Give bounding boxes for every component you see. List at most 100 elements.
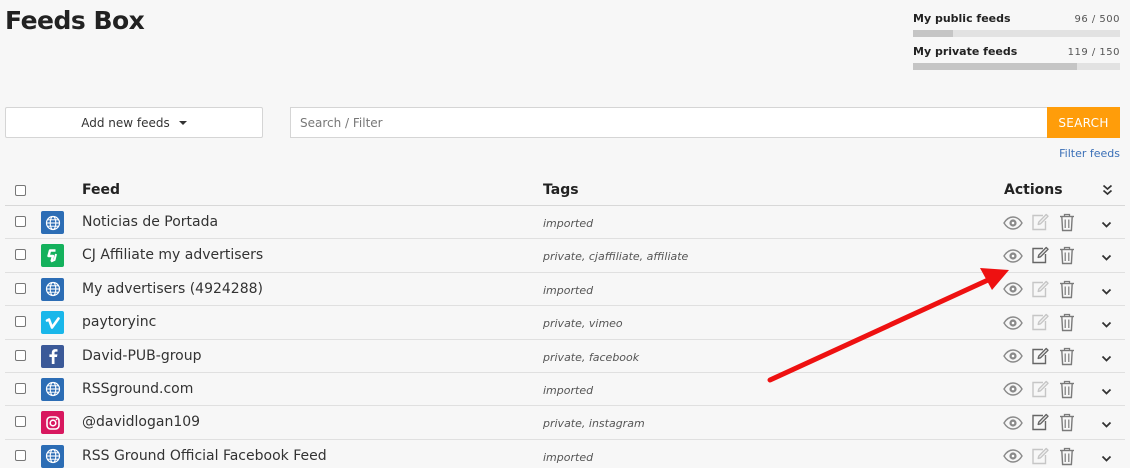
vimeo-icon <box>41 311 64 335</box>
edit-icon[interactable] <box>1029 312 1050 333</box>
row-checkbox[interactable] <box>15 216 26 227</box>
chevron-down-icon[interactable] <box>1101 282 1112 295</box>
delete-trash-icon[interactable] <box>1056 412 1077 433</box>
caret-down-icon <box>178 120 187 125</box>
edit-icon[interactable] <box>1029 446 1050 467</box>
feed-tags: private, vimeo <box>543 317 623 331</box>
row-checkbox[interactable] <box>15 282 26 294</box>
row-actions <box>1002 245 1077 266</box>
edit-icon[interactable] <box>1029 279 1050 300</box>
delete-trash-icon[interactable] <box>1056 346 1077 367</box>
add-new-feeds-label: Add new feeds <box>81 115 170 130</box>
view-eye-icon[interactable] <box>1002 379 1023 400</box>
table-row: RSS Ground Official Facebook Feed importe… <box>5 440 1125 468</box>
add-new-feeds-button[interactable]: Add new feeds <box>5 107 263 138</box>
chevron-down-icon[interactable] <box>1101 315 1112 328</box>
expand-all-icon[interactable] <box>1102 184 1113 196</box>
edit-icon[interactable] <box>1029 412 1050 433</box>
private-feeds-count: 119 / 150 <box>1067 47 1120 58</box>
row-checkbox[interactable] <box>15 316 26 328</box>
search-button[interactable]: SEARCH <box>1047 107 1120 138</box>
feed-name[interactable]: My advertisers (4924288) <box>82 281 263 297</box>
feed-tags: imported <box>543 383 594 397</box>
feed-tags: imported <box>543 450 594 464</box>
row-actions <box>1002 446 1077 467</box>
public-feeds-count: 96 / 500 <box>1074 14 1120 25</box>
globe-icon <box>41 211 64 234</box>
actions-column-header: Actions <box>1004 182 1063 198</box>
chevron-down-icon[interactable] <box>1101 382 1112 395</box>
page-title: Feeds Box <box>5 6 145 35</box>
delete-trash-icon[interactable] <box>1056 379 1077 400</box>
edit-icon[interactable] <box>1029 245 1050 266</box>
globe-icon <box>41 377 64 401</box>
view-eye-icon[interactable] <box>1002 212 1023 233</box>
view-eye-icon[interactable] <box>1002 279 1023 300</box>
table-row: @davidlogan109 private, instagram <box>5 406 1125 440</box>
table-header: Feed Tags Actions <box>5 172 1125 206</box>
chevron-down-icon[interactable] <box>1101 449 1112 462</box>
private-feeds-quota: My private feeds 119 / 150 <box>913 45 1120 70</box>
row-checkbox[interactable] <box>15 382 26 394</box>
delete-trash-icon[interactable] <box>1056 312 1077 333</box>
feed-name[interactable]: paytoryinc <box>82 314 156 330</box>
globe-icon <box>41 444 64 468</box>
facebook-icon <box>41 344 64 368</box>
table-row: My advertisers (4924288) imported <box>5 273 1125 307</box>
view-eye-icon[interactable] <box>1002 412 1023 433</box>
feed-tags: private, cjaffiliate, affiliate <box>543 250 689 264</box>
feed-tags: private, facebook <box>543 350 640 364</box>
search-input[interactable] <box>290 107 1047 138</box>
private-feeds-label: My private feeds <box>913 45 1018 58</box>
chevron-down-icon[interactable] <box>1101 415 1112 429</box>
delete-trash-icon[interactable] <box>1056 212 1077 233</box>
public-feeds-progress-bar <box>913 30 1120 37</box>
view-eye-icon[interactable] <box>1002 245 1023 266</box>
table-row: RSSground.com imported <box>5 373 1125 407</box>
delete-trash-icon[interactable] <box>1056 279 1077 300</box>
table-row: paytoryinc private, vimeo <box>5 306 1125 340</box>
public-feeds-label: My public feeds <box>913 12 1011 25</box>
cj-icon <box>41 244 64 268</box>
feed-name[interactable]: @davidlogan109 <box>82 414 200 430</box>
row-actions <box>1002 279 1077 300</box>
feed-name[interactable]: CJ Affiliate my advertisers <box>82 247 263 263</box>
tags-column-header: Tags <box>543 182 579 198</box>
row-actions <box>1002 379 1077 400</box>
feed-tags: imported <box>543 217 594 230</box>
globe-icon <box>41 277 64 301</box>
feed-name[interactable]: RSSground.com <box>82 381 193 397</box>
instagram-icon <box>41 411 64 435</box>
edit-icon[interactable] <box>1029 212 1050 233</box>
feeds-table-body: Noticias de Portada imported CJ Affiliate … <box>5 206 1125 468</box>
view-eye-icon[interactable] <box>1002 346 1023 367</box>
row-actions <box>1002 212 1077 233</box>
edit-icon[interactable] <box>1029 379 1050 400</box>
view-eye-icon[interactable] <box>1002 312 1023 333</box>
feed-column-header: Feed <box>82 182 121 198</box>
view-eye-icon[interactable] <box>1002 446 1023 467</box>
feed-tags: private, instagram <box>543 417 645 431</box>
row-checkbox[interactable] <box>15 416 26 428</box>
table-row: Noticias de Portada imported <box>5 206 1125 240</box>
feed-name[interactable]: RSS Ground Official Facebook Feed <box>82 448 327 464</box>
chevron-down-icon[interactable] <box>1101 248 1112 262</box>
private-feeds-progress-bar <box>913 63 1120 70</box>
row-actions <box>1002 412 1077 433</box>
chevron-down-icon[interactable] <box>1101 215 1112 228</box>
feed-tags: imported <box>543 283 594 297</box>
select-all-checkbox[interactable] <box>15 185 26 196</box>
row-checkbox[interactable] <box>15 449 26 461</box>
delete-trash-icon[interactable] <box>1056 245 1077 266</box>
row-checkbox[interactable] <box>15 249 26 261</box>
feed-name[interactable]: David-PUB-group <box>82 348 201 364</box>
edit-icon[interactable] <box>1029 346 1050 367</box>
row-checkbox[interactable] <box>15 349 26 361</box>
delete-trash-icon[interactable] <box>1056 446 1077 467</box>
public-feeds-quota: My public feeds 96 / 500 <box>913 12 1120 37</box>
chevron-down-icon[interactable] <box>1101 349 1112 362</box>
feed-name[interactable]: Noticias de Portada <box>82 214 218 230</box>
table-row: David-PUB-group private, facebook <box>5 340 1125 373</box>
filter-feeds-link[interactable]: Filter feeds <box>1059 147 1120 160</box>
row-actions <box>1002 346 1077 367</box>
